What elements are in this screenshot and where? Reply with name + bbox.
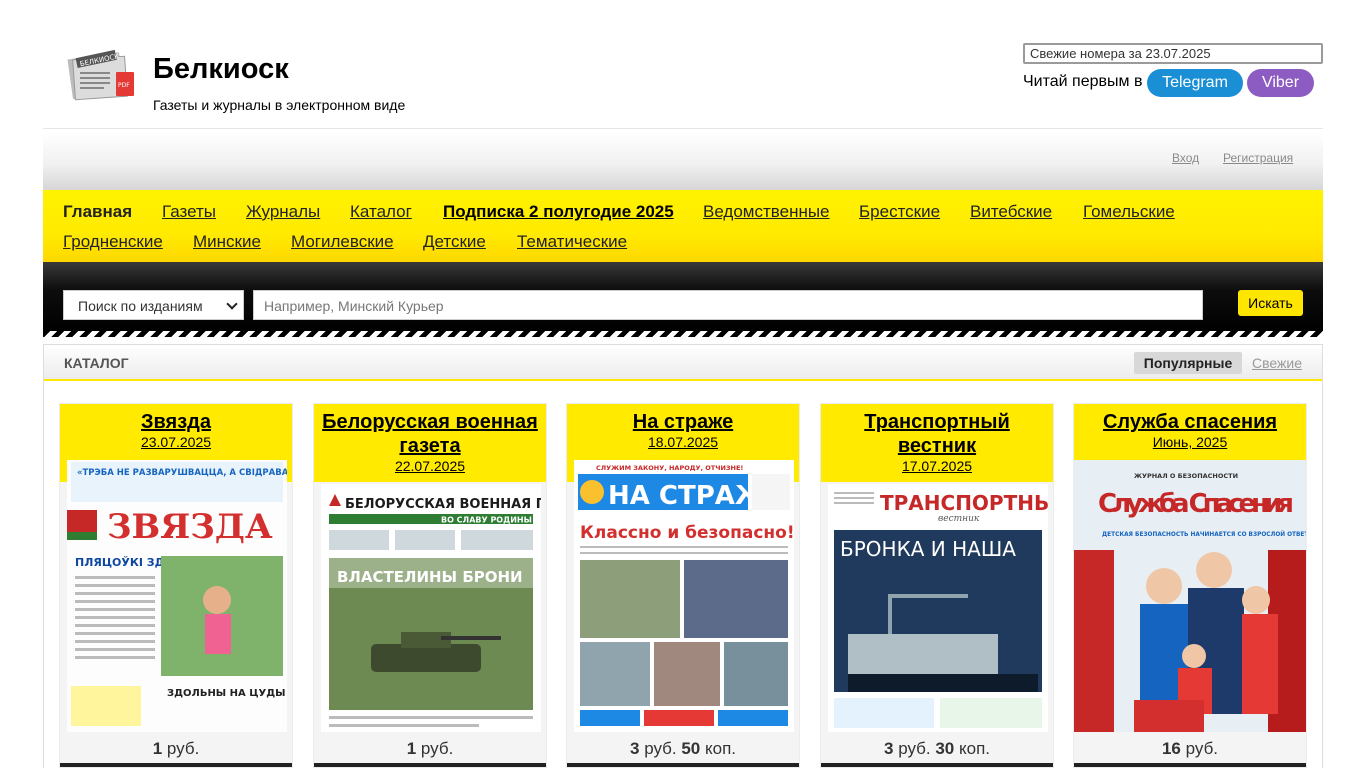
cover-headline: ТРАНСПОРТНЫЙ	[880, 491, 1048, 515]
catalog-card-military-gazette[interactable]: Белорусская военная газета 22.07.2025 БЕ…	[313, 403, 547, 768]
cover-image[interactable]: ЖУРНАЛ О БЕЗОПАСНОСТИ Служба Спасения ДЕ…	[1074, 460, 1307, 732]
site-logo[interactable]: БЕЛКИОСК PDF	[64, 46, 140, 106]
card-price: 1 руб.	[152, 739, 200, 758]
nav-newspapers[interactable]: Газеты	[162, 202, 216, 222]
card-footer-bar	[314, 763, 546, 767]
nav-departmental[interactable]: Ведомственные	[703, 202, 830, 222]
card-price: 1 руб.	[406, 739, 454, 758]
cover-top-text: ВО СЛАВУ РОДИНЫ	[441, 516, 532, 525]
register-link[interactable]: Регистрация	[1223, 151, 1293, 165]
cover-image[interactable]: «ТРЭБА НЕ РАЗВАРУШВАЦЦА, А СВІДРАВАЦЬ. А…	[67, 460, 287, 732]
cover-image[interactable]: СЛУЖИМ ЗАКОНУ, НАРОДУ, ОТЧИЗНЕ! НА СТРАЖ…	[574, 460, 794, 732]
cover-top-text: вестник	[938, 514, 980, 524]
card-footer-bar	[60, 763, 292, 767]
cover-headline: ЗВЯЗДА	[107, 507, 273, 547]
nav-brest[interactable]: Брестские	[859, 202, 940, 222]
nav-mogilev[interactable]: Могилевские	[291, 232, 394, 252]
nav-gomel[interactable]: Гомельские	[1083, 202, 1175, 222]
card-title[interactable]: Транспортный вестник	[821, 404, 1053, 458]
card-footer-bar	[567, 763, 799, 767]
tab-fresh[interactable]: Свежие	[1252, 355, 1302, 371]
catalog-card-transport-vestnik[interactable]: Транспортный вестник 17.07.2025 ТРАНСПОР…	[820, 403, 1054, 768]
search-scope-label: Поиск по изданиям	[78, 298, 203, 314]
cover-top-text: СЛУЖИМ ЗАКОНУ, НАРОДУ, ОТЧИЗНЕ!	[596, 464, 743, 472]
nav-catalog[interactable]: Каталог	[350, 202, 412, 222]
logo-pdf-text: PDF	[118, 82, 130, 89]
telegram-button[interactable]: Telegram	[1147, 69, 1243, 97]
cover-story: Классно и безопасно!	[580, 523, 794, 543]
cover-image[interactable]: ТРАНСПОРТНЫЙ вестник БРОНКА И НАША	[828, 484, 1048, 732]
card-header: Транспортный вестник 17.07.2025	[821, 404, 1053, 482]
cover-headline: Служба Спасения	[1098, 489, 1294, 519]
nav-subscription[interactable]: Подписка 2 полугодие 2025	[443, 202, 674, 222]
catalog-card-sluzhba-spaseniya[interactable]: Служба спасения Июнь, 2025 ЖУРНАЛ О БЕЗО…	[1073, 403, 1307, 768]
card-footer-bar	[821, 763, 1053, 767]
catalog-card-zviazda[interactable]: Звязда 23.07.2025 «ТРЭБА НЕ РАЗВАРУШВАЦЦ…	[59, 403, 293, 768]
cover-story: ВЛАСТЕЛИНЫ БРОНИ	[337, 568, 523, 586]
login-strip	[43, 132, 1323, 190]
card-price: 16 руб.	[1161, 739, 1219, 758]
site-title[interactable]: Белкиоск	[153, 53, 289, 86]
search-scope-select[interactable]: Поиск по изданиям	[63, 290, 244, 320]
card-date[interactable]: 17.07.2025	[821, 458, 1053, 475]
catalog-card-na-strazhe[interactable]: На страже 18.07.2025 СЛУЖИМ ЗАКОНУ, НАРО…	[566, 403, 800, 768]
cover-image[interactable]: БЕЛОРУССКАЯ ВОЕННАЯ ГАЗЕТА ВО СЛАВУ РОДИ…	[321, 484, 541, 732]
nav-home[interactable]: Главная	[63, 202, 132, 222]
cover-story: ДЕТСКАЯ БЕЗОПАСНОСТЬ НАЧИНАЕТСЯ СО ВЗРОС…	[1102, 530, 1307, 538]
tab-popular[interactable]: Популярные	[1134, 352, 1242, 374]
cover-top-text: ЖУРНАЛ О БЕЗОПАСНОСТИ	[1134, 472, 1238, 480]
site-subtitle: Газеты и журналы в электронном виде	[153, 97, 406, 113]
cover-headline: БЕЛОРУССКАЯ ВОЕННАЯ ГАЗЕТА	[345, 497, 541, 512]
card-price: 3 руб. 50 коп.	[629, 739, 737, 758]
nav-magazines[interactable]: Журналы	[246, 202, 320, 222]
read-first-label: Читай первым в	[1023, 73, 1143, 90]
catalog-header	[44, 345, 1322, 381]
header-divider	[43, 128, 1323, 129]
catalog-title: КАТАЛОГ	[64, 355, 129, 371]
card-title[interactable]: Служба спасения	[1074, 404, 1306, 434]
cover-top-text: «ТРЭБА НЕ РАЗВАРУШВАЦЦА, А СВІДРАВАЦЬ. А…	[77, 468, 287, 478]
cover-story: БРОНКА И НАША	[840, 537, 1016, 561]
main-nav: Главная Газеты Журналы Каталог Подписка …	[43, 190, 1323, 262]
card-header: Белорусская военная газета 22.07.2025	[314, 404, 546, 482]
card-date[interactable]: Июнь, 2025	[1074, 434, 1306, 451]
card-price: 3 руб. 30 коп.	[883, 739, 991, 758]
card-date[interactable]: 18.07.2025	[567, 434, 799, 451]
login-link[interactable]: Вход	[1172, 151, 1199, 165]
card-title[interactable]: Звязда	[60, 404, 292, 434]
fresh-issues-select[interactable]: Свежие номера за 23.07.2025	[1023, 43, 1323, 64]
nav-minsk[interactable]: Минские	[193, 232, 261, 252]
card-date[interactable]: 22.07.2025	[314, 458, 546, 475]
nav-kids[interactable]: Детские	[423, 232, 486, 252]
nav-vitebsk[interactable]: Витебские	[970, 202, 1052, 222]
viber-button[interactable]: Viber	[1247, 69, 1314, 97]
card-footer-bar	[1074, 763, 1306, 767]
card-title[interactable]: Белорусская военная газета	[314, 404, 546, 458]
cover-story-2: ЗДОЛЬНЫ НА ЦУДЫ	[167, 688, 286, 699]
card-title[interactable]: На страже	[567, 404, 799, 434]
search-button[interactable]: Искать	[1238, 290, 1303, 316]
nav-grodno[interactable]: Гродненские	[63, 232, 163, 252]
chevron-down-icon	[226, 298, 238, 310]
card-date[interactable]: 23.07.2025	[60, 434, 292, 451]
search-input[interactable]: Например, Минский Курьер	[253, 290, 1203, 320]
nav-thematic[interactable]: Тематические	[517, 232, 627, 252]
